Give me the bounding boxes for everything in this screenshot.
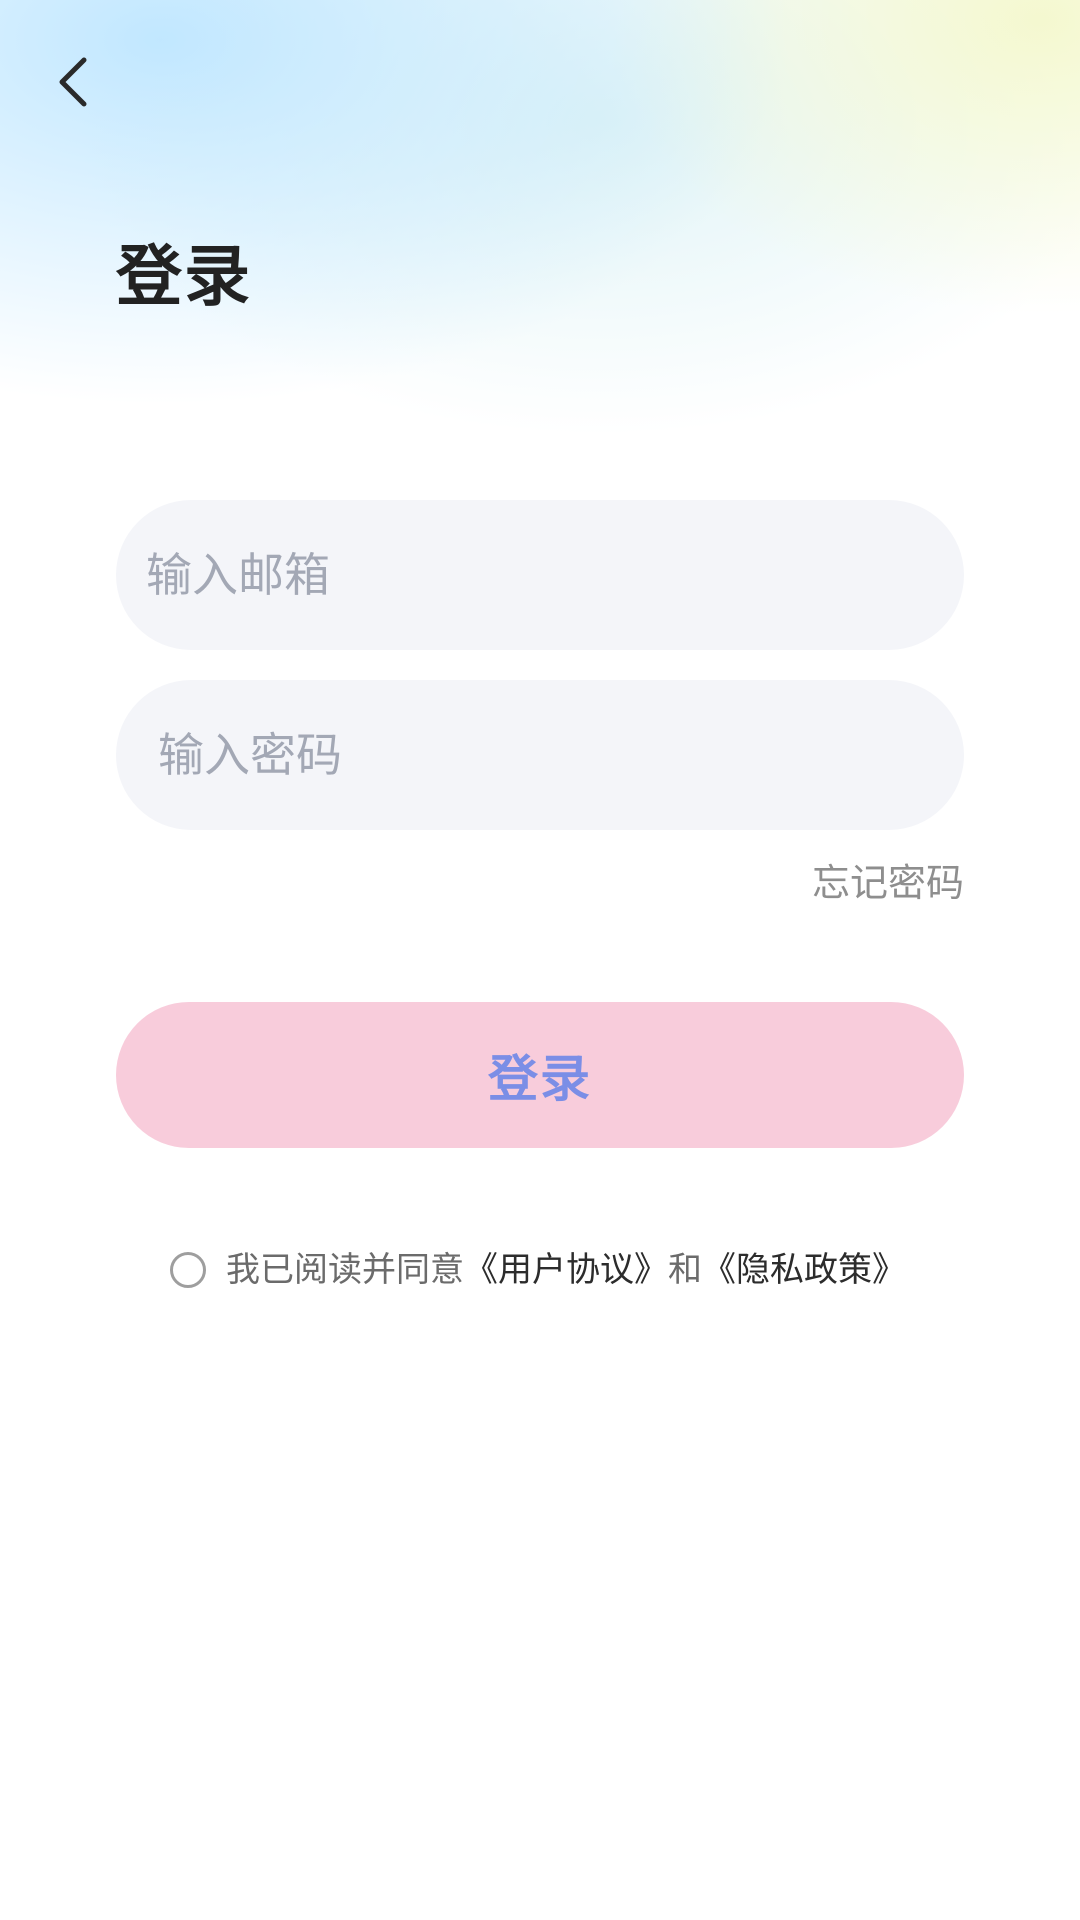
agreement-row: 我已阅读并同意 《用户协议》 和 《隐私政策》 (170, 1248, 906, 1292)
agreement-prefix: 我已阅读并同意 (226, 1250, 464, 1290)
forgot-password-link[interactable]: 忘记密码 (812, 864, 964, 902)
login-button[interactable]: 登录 (116, 1002, 964, 1148)
back-button[interactable] (44, 52, 104, 112)
email-input[interactable] (116, 500, 964, 650)
agreement-conjunction: 和 (668, 1250, 702, 1290)
radio-circle-icon[interactable] (170, 1252, 206, 1288)
page-title: 登录 (116, 238, 252, 315)
user-agreement-link[interactable]: 《用户协议》 (464, 1253, 668, 1287)
password-input[interactable] (116, 680, 964, 830)
privacy-policy-link[interactable]: 《隐私政策》 (702, 1253, 906, 1287)
chevron-left-icon (59, 57, 87, 107)
